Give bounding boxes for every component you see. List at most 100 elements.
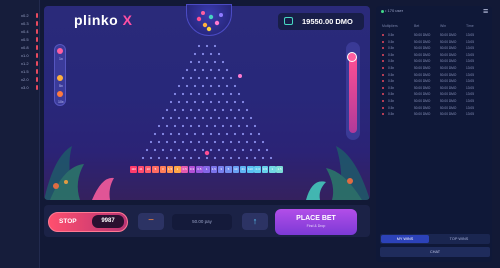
table-row: 0.5x 50.00 DMO 50.00 DMO 13:05 — [382, 72, 486, 78]
peg — [181, 124, 185, 128]
risk-knob[interactable] — [57, 48, 63, 54]
history-marker — [36, 53, 38, 58]
history-entry: x0.2 — [21, 13, 29, 18]
peg — [217, 132, 221, 136]
multiplier-slot: 0.3 — [254, 166, 261, 173]
peg — [185, 132, 189, 136]
peg — [205, 108, 209, 112]
peg — [177, 148, 181, 152]
menu-icon[interactable]: ≡ — [483, 7, 488, 16]
peg — [237, 156, 241, 160]
table-cell: 0.5x — [388, 72, 395, 77]
peg — [173, 140, 177, 144]
history-marker — [36, 13, 38, 18]
peg — [233, 116, 237, 120]
peg — [233, 100, 237, 104]
place-bet-sublabel: Find & Drop — [306, 224, 326, 228]
decrease-bet-button[interactable]: − — [138, 213, 164, 230]
multiplier-slot: 3 — [159, 166, 167, 173]
online-status-icon — [381, 10, 384, 13]
peg — [225, 68, 229, 72]
bet-amount-field[interactable]: 50.00 pay — [172, 214, 232, 230]
multiplier-slot: 0.5 — [181, 166, 188, 173]
peg — [197, 108, 201, 112]
peg — [141, 156, 145, 160]
col-header-time: Time — [466, 24, 474, 28]
tab-top-wins[interactable]: TOP WINS — [430, 235, 488, 243]
peg — [245, 124, 249, 128]
peg — [205, 44, 209, 48]
table-row: 0.5x 50.00 DMO 50.00 DMO 13:05 — [382, 78, 486, 84]
row-status-icon — [382, 53, 384, 56]
place-bet-button[interactable]: PLACE BET Find & Drop — [275, 209, 357, 235]
table-cell: 50.00 DMO — [414, 59, 431, 64]
table-cell: 50.00 DMO — [440, 92, 457, 97]
peg — [169, 116, 173, 120]
peg — [225, 100, 229, 104]
table-cell: 0.5x — [388, 59, 395, 64]
peg — [241, 148, 245, 152]
peg — [209, 52, 213, 56]
peg — [245, 140, 249, 144]
row-status-icon — [382, 106, 384, 109]
table-cell: 13:05 — [466, 112, 474, 117]
plant-decoration-left — [44, 146, 114, 200]
table-row: 0.5x 50.00 DMO 50.00 DMO 13:05 — [382, 98, 486, 104]
table-cell: 0.5x — [388, 52, 395, 57]
peg — [253, 156, 257, 160]
risk-label-bottom: 10x — [58, 100, 64, 104]
table-row: 0.5x 50.00 DMO 50.00 DMO 13:05 — [382, 39, 486, 45]
wallet-icon — [284, 17, 293, 25]
table-cell: 50.00 DMO — [440, 105, 457, 110]
peg — [165, 108, 169, 112]
table-cell: 50.00 DMO — [440, 112, 457, 117]
peg — [217, 116, 221, 120]
table-cell: 50.00 DMO — [440, 85, 457, 90]
peg — [201, 68, 205, 72]
peg — [217, 100, 221, 104]
peg — [181, 140, 185, 144]
multiplier-slot: 1 — [174, 166, 181, 173]
peg — [229, 124, 233, 128]
row-status-icon — [382, 73, 384, 76]
increase-bet-button[interactable]: ↑ — [242, 213, 268, 230]
peg — [221, 124, 225, 128]
peg — [185, 116, 189, 120]
peg — [193, 132, 197, 136]
peg — [177, 100, 181, 104]
peg — [225, 132, 229, 136]
table-cell: 50.00 DMO — [440, 59, 457, 64]
peg — [209, 132, 213, 136]
peg — [205, 92, 209, 96]
table-cell: 13:05 — [466, 59, 474, 64]
peg — [249, 148, 253, 152]
peg — [213, 60, 217, 64]
ball — [204, 150, 210, 156]
tab-my-wins[interactable]: MY WINS — [381, 235, 429, 243]
peg — [177, 84, 181, 88]
peg — [213, 44, 217, 48]
peg — [269, 156, 273, 160]
online-count: • 170 user — [385, 8, 404, 13]
row-status-icon — [382, 80, 384, 83]
turbo-slider-fill — [349, 55, 357, 133]
history-marker — [36, 85, 38, 90]
table-cell: 50.00 DMO — [414, 85, 431, 90]
peg — [197, 92, 201, 96]
peg — [189, 76, 193, 80]
multiplier-slot: 0.5 — [261, 166, 269, 173]
plinko-app: plinko X 19550.00 DMO 1x 5x 10x Turbo ST… — [0, 0, 500, 268]
peg — [149, 140, 153, 144]
table-cell: 0.5x — [388, 33, 395, 37]
multiplier-slot: 10 — [144, 166, 152, 173]
turbo-slider-knob[interactable] — [347, 52, 357, 62]
peg — [161, 116, 165, 120]
table-row: 0.5x 50.00 DMO 50.00 DMO 13:05 — [382, 111, 486, 117]
peg — [213, 124, 217, 128]
history-entry: x0.3 — [21, 21, 29, 26]
row-status-icon — [382, 47, 384, 50]
plant-decoration-right — [306, 146, 370, 200]
chat-button[interactable]: CHAT — [380, 247, 490, 257]
row-status-icon — [382, 67, 384, 69]
peg — [169, 132, 173, 136]
